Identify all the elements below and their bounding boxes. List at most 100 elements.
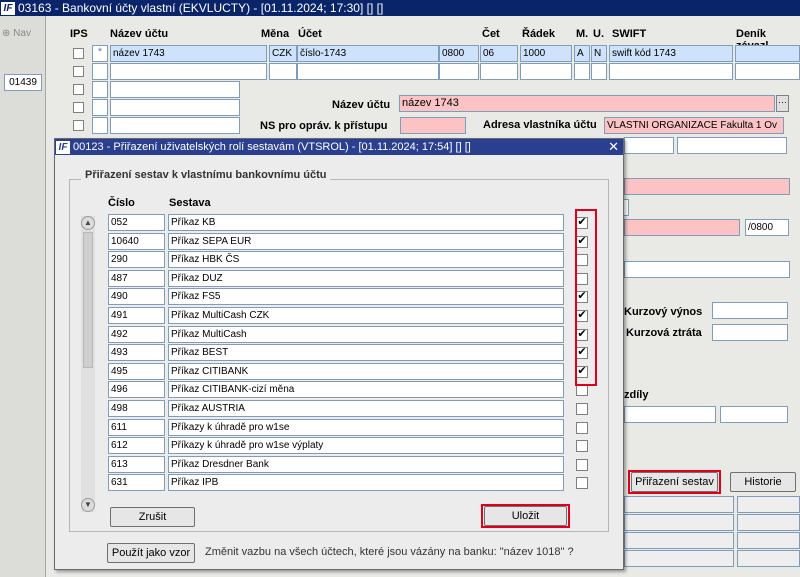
sestava-cell[interactable]: Příkazy k úhradě pro w1se výplaty [168, 437, 564, 455]
row-nazev[interactable] [110, 63, 267, 80]
row-m[interactable]: A [574, 45, 590, 62]
cislo-cell[interactable]: 495 [108, 362, 165, 380]
row-bank-code[interactable]: 0800 [439, 45, 479, 62]
cislo-cell[interactable]: 612 [108, 437, 165, 455]
cislo-cell[interactable]: 490 [108, 288, 165, 306]
sestava-cell[interactable]: Příkaz SEPA EUR [168, 232, 564, 250]
row-nazev[interactable] [110, 99, 240, 116]
historie-button[interactable]: Historie [730, 472, 796, 492]
table-row[interactable]: 496 Příkaz CITIBANK-cizí měna [108, 381, 588, 399]
form-field[interactable] [737, 514, 800, 531]
table-row[interactable]: 290 Příkaz HBK ČS [108, 251, 588, 269]
form-field[interactable] [624, 496, 734, 513]
ulozit-button[interactable]: Uložit [484, 506, 567, 526]
sestava-cell[interactable]: Příkaz HBK ČS [168, 251, 564, 269]
form-field-required[interactable] [624, 219, 740, 236]
row-nazev[interactable] [110, 81, 240, 98]
sestava-cell[interactable]: Příkaz MultiCash [168, 325, 564, 343]
scroll-down-icon[interactable]: ▼ [81, 498, 95, 512]
cislo-cell[interactable]: 631 [108, 474, 165, 492]
sestava-cell[interactable]: Příkaz AUSTRIA [168, 400, 564, 417]
cislo-cell[interactable]: 290 [108, 251, 165, 269]
cislo-cell[interactable]: 496 [108, 381, 165, 399]
table-row[interactable]: 631 Příkaz IPB [108, 474, 588, 492]
row-cet[interactable] [480, 63, 518, 80]
row-u[interactable] [591, 63, 607, 80]
form-field[interactable] [737, 532, 800, 549]
sestava-cell[interactable]: Příkaz IPB [168, 474, 564, 492]
row-u[interactable]: N [591, 45, 607, 62]
table-row[interactable]: 611 Příkazy k úhradě pro w1se [108, 418, 588, 437]
sestava-cell[interactable]: Příkaz CITIBANK-cizí měna [168, 381, 564, 399]
row-nazev[interactable]: název 1743 [110, 45, 267, 62]
ips-checkbox[interactable] [73, 66, 84, 77]
nazev-uctu-input[interactable]: název 1743 [399, 95, 775, 112]
sestava-cell[interactable]: Příkaz Dresdner Bank [168, 455, 564, 473]
form-field[interactable] [624, 550, 734, 567]
table-row[interactable]: 052 Příkaz KB ✔ [108, 214, 588, 232]
bank-code-field[interactable]: /0800 [745, 219, 789, 236]
row-ucet[interactable]: číslo-1743 [297, 45, 439, 62]
row-bank-code[interactable] [439, 63, 479, 80]
table-row[interactable]: 487 Příkaz DUZ [108, 269, 588, 288]
row-denik[interactable] [735, 63, 800, 80]
table-row[interactable]: 613 Příkaz Dresdner Bank [108, 455, 588, 474]
kurzova-ztrata-input[interactable] [712, 324, 788, 341]
ips-checkbox[interactable] [73, 48, 84, 59]
cislo-cell[interactable]: 487 [108, 269, 165, 287]
ns-input[interactable] [400, 117, 466, 134]
cislo-cell[interactable]: 493 [108, 344, 165, 362]
zrusit-button[interactable]: Zrušit [110, 507, 195, 527]
row-nazev[interactable] [110, 117, 240, 134]
table-row[interactable]: 498 Příkaz AUSTRIA [108, 400, 588, 418]
row-mena[interactable]: CZK [269, 45, 297, 62]
form-field[interactable] [624, 406, 716, 423]
sestava-cell[interactable]: Příkaz DUZ [168, 269, 564, 287]
form-field[interactable] [737, 550, 800, 567]
sestava-cell[interactable]: Příkaz CITIBANK [168, 362, 564, 380]
row-ucet[interactable] [297, 63, 439, 80]
row-swift[interactable] [609, 63, 733, 80]
assign-checkbox[interactable] [576, 384, 588, 397]
cislo-cell[interactable]: 613 [108, 455, 165, 473]
table-row[interactable]: 10640 Příkaz SEPA EUR ✔ [108, 232, 588, 251]
close-icon[interactable]: ✕ [608, 139, 619, 155]
sestava-cell[interactable]: Příkazy k úhradě pro w1se [168, 418, 564, 436]
pouzit-jako-vzor-button[interactable]: Použít jako vzor [107, 543, 195, 563]
sestava-cell[interactable]: Příkaz KB [168, 214, 564, 231]
cislo-cell[interactable]: 498 [108, 400, 165, 417]
kurzovy-vynos-input[interactable] [712, 302, 788, 319]
scroll-thumb[interactable] [83, 232, 93, 368]
ips-checkbox[interactable] [73, 102, 84, 113]
table-row[interactable]: 612 Příkazy k úhradě pro w1se výplaty [108, 437, 588, 455]
row-cet[interactable]: 06 [480, 45, 518, 62]
row-radek[interactable] [520, 63, 572, 80]
cislo-cell[interactable]: 052 [108, 214, 165, 231]
cislo-cell[interactable]: 492 [108, 325, 165, 343]
adresa-input[interactable]: VLASTNI ORGANIZACE Fakulta 1 Ov [604, 117, 784, 134]
ellipsis-button[interactable]: ··· [776, 95, 789, 112]
sestava-cell[interactable]: Příkaz FS5 [168, 288, 564, 306]
ips-checkbox[interactable] [73, 84, 84, 95]
form-field[interactable] [720, 406, 788, 423]
assign-checkbox[interactable] [576, 421, 588, 434]
sestava-cell[interactable]: Příkaz MultiCash CZK [168, 307, 564, 324]
form-field[interactable] [624, 514, 734, 531]
table-row[interactable]: 493 Příkaz BEST ✔ [108, 344, 588, 362]
assign-checkbox[interactable] [576, 440, 588, 453]
form-field-required[interactable] [624, 178, 790, 195]
assign-checkbox[interactable] [576, 403, 588, 415]
form-field[interactable] [624, 532, 734, 549]
prirazeni-sestav-button[interactable]: Přiřazení sestav [631, 472, 718, 492]
assign-checkbox[interactable] [576, 477, 588, 490]
form-field[interactable] [624, 137, 674, 154]
form-field[interactable] [624, 261, 790, 278]
sestava-cell[interactable]: Příkaz BEST [168, 344, 564, 362]
cislo-cell[interactable]: 10640 [108, 232, 165, 250]
table-row[interactable]: 490 Příkaz FS5 ✔ [108, 288, 588, 306]
assign-checkbox[interactable] [576, 458, 588, 471]
row-m[interactable] [574, 63, 590, 80]
left-code-field[interactable]: 01439 [4, 74, 42, 91]
nav-button[interactable]: ⊕ Nav [2, 28, 31, 39]
row-mena[interactable] [269, 63, 297, 80]
